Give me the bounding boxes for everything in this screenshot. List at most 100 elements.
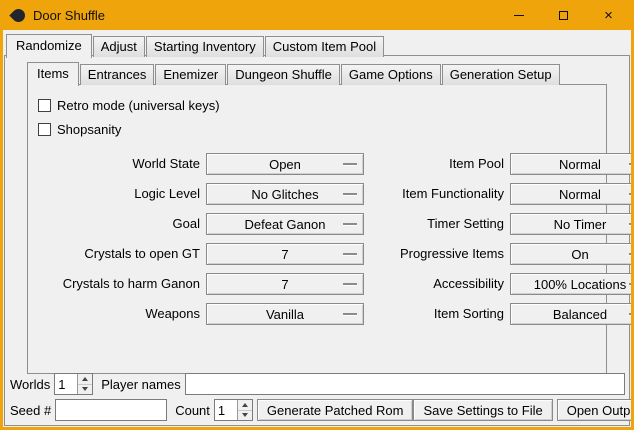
menu-indicator-icon [343, 313, 357, 315]
crystals-ganon-dropdown[interactable]: 7 [206, 273, 364, 295]
tab-generation-setup[interactable]: Generation Setup [442, 64, 560, 85]
maximize-icon [559, 11, 568, 20]
tab-entrances[interactable]: Entrances [80, 64, 155, 85]
retro-mode-checkbox[interactable] [38, 99, 51, 112]
item-sorting-value: Balanced [553, 307, 607, 322]
count-spin-up-button[interactable] [238, 400, 252, 410]
progressive-items-value: On [571, 247, 588, 262]
arrow-up-icon [242, 403, 248, 407]
goal-dropdown[interactable]: Defeat Ganon [206, 213, 364, 235]
timer-setting-label: Timer Setting [370, 213, 504, 235]
weapons-label: Weapons [60, 303, 200, 325]
tab-adjust[interactable]: Adjust [93, 36, 145, 57]
count-label: Count [175, 403, 210, 418]
menu-indicator-icon [629, 223, 634, 225]
accessibility-dropdown[interactable]: 100% Locations [510, 273, 634, 295]
count-spin-arrows [237, 400, 252, 420]
count-spinbox [214, 399, 253, 421]
seed-row: Seed # Count Generate Patched Rom Save S… [10, 399, 625, 421]
logic-level-value: No Glitches [251, 187, 318, 202]
close-icon: × [604, 8, 613, 23]
player-names-label: Player names [101, 377, 180, 392]
crystals-ganon-value: 7 [281, 277, 288, 292]
menu-indicator-icon [629, 253, 634, 255]
minimize-icon [514, 15, 524, 16]
tab-items[interactable]: Items [27, 62, 79, 86]
logic-level-label: Logic Level [60, 183, 200, 205]
accessibility-label: Accessibility [370, 273, 504, 295]
item-sorting-label: Item Sorting [370, 303, 504, 325]
accessibility-value: 100% Locations [534, 277, 627, 292]
arrow-down-icon [82, 387, 88, 391]
world-state-value: Open [269, 157, 301, 172]
worlds-label: Worlds [10, 377, 50, 392]
arrow-down-icon [242, 413, 248, 417]
titlebar[interactable]: Door Shuffle × [3, 0, 631, 30]
generate-patched-rom-button[interactable]: Generate Patched Rom [257, 399, 414, 421]
worlds-input[interactable] [55, 374, 77, 394]
crystals-ganon-label: Crystals to harm Ganon [60, 273, 200, 295]
crystals-gt-value: 7 [281, 247, 288, 262]
menu-indicator-icon [343, 223, 357, 225]
tab-randomize[interactable]: Randomize [6, 34, 92, 58]
tab-game-options[interactable]: Game Options [341, 64, 441, 85]
timer-setting-dropdown[interactable]: No Timer [510, 213, 634, 235]
crystals-gt-label: Crystals to open GT [60, 243, 200, 265]
crystals-gt-dropdown[interactable]: 7 [206, 243, 364, 265]
progressive-items-dropdown[interactable]: On [510, 243, 634, 265]
close-button[interactable]: × [586, 0, 631, 30]
minimize-button[interactable] [496, 0, 541, 30]
menu-indicator-icon [343, 253, 357, 255]
seed-label: Seed # [10, 403, 51, 418]
options-grid: World State Open Item Pool Normal Logic … [60, 153, 600, 325]
menu-indicator-icon [343, 163, 357, 165]
item-sorting-dropdown[interactable]: Balanced [510, 303, 634, 325]
weapons-dropdown[interactable]: Vanilla [206, 303, 364, 325]
app-window: Door Shuffle × Randomize Adjust Starting… [0, 0, 634, 430]
item-pool-label: Item Pool [370, 153, 504, 175]
progressive-items-label: Progressive Items [370, 243, 504, 265]
goal-label: Goal [60, 213, 200, 235]
worlds-row: Worlds Player names [10, 373, 625, 395]
randomize-panel: Items Entrances Enemizer Dungeon Shuffle… [4, 55, 630, 426]
item-functionality-label: Item Functionality [370, 183, 504, 205]
player-names-input[interactable] [185, 373, 625, 395]
app-icon [9, 6, 27, 24]
maximize-button[interactable] [541, 0, 586, 30]
menu-indicator-icon [629, 163, 634, 165]
timer-setting-value: No Timer [554, 217, 607, 232]
count-spin-down-button[interactable] [238, 410, 252, 421]
items-panel: Retro mode (universal keys) Shopsanity W… [27, 84, 607, 374]
count-input[interactable] [215, 400, 237, 420]
tab-dungeon-shuffle[interactable]: Dungeon Shuffle [227, 64, 340, 85]
bottom-bar: Worlds Player names Seed # [10, 373, 625, 421]
worlds-spin-arrows [77, 374, 92, 394]
menu-indicator-icon [343, 193, 357, 195]
arrow-up-icon [82, 377, 88, 381]
world-state-label: World State [60, 153, 200, 175]
item-pool-dropdown[interactable]: Normal [510, 153, 634, 175]
menu-indicator-icon [629, 313, 634, 315]
weapons-value: Vanilla [266, 307, 304, 322]
worlds-spin-down-button[interactable] [78, 384, 92, 395]
sub-tab-bar: Items Entrances Enemizer Dungeon Shuffle… [5, 56, 629, 85]
tab-custom-item-pool[interactable]: Custom Item Pool [265, 36, 384, 57]
menu-indicator-icon [629, 193, 634, 195]
world-state-dropdown[interactable]: Open [206, 153, 364, 175]
seed-input[interactable] [55, 399, 167, 421]
open-output-directory-button[interactable]: Open Output Directory [557, 399, 634, 421]
save-settings-button[interactable]: Save Settings to File [413, 399, 552, 421]
worlds-spin-up-button[interactable] [78, 374, 92, 384]
tab-starting-inventory[interactable]: Starting Inventory [146, 36, 264, 57]
main-tab-bar: Randomize Adjust Starting Inventory Cust… [3, 30, 631, 57]
worlds-spinbox [54, 373, 93, 395]
retro-mode-label: Retro mode (universal keys) [57, 98, 220, 113]
item-pool-value: Normal [559, 157, 601, 172]
retro-mode-row: Retro mode (universal keys) [28, 93, 606, 117]
shopsanity-checkbox[interactable] [38, 123, 51, 136]
item-functionality-dropdown[interactable]: Normal [510, 183, 634, 205]
window-title: Door Shuffle [33, 8, 105, 23]
tab-enemizer[interactable]: Enemizer [155, 64, 226, 85]
logic-level-dropdown[interactable]: No Glitches [206, 183, 364, 205]
item-functionality-value: Normal [559, 187, 601, 202]
